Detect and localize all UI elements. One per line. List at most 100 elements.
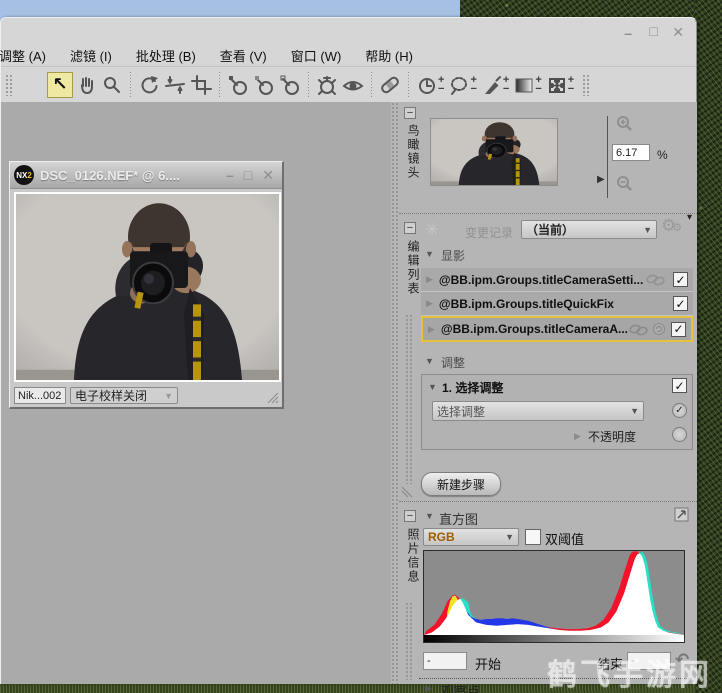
settings-gear-icon[interactable]: ⚙⚙ <box>661 216 682 236</box>
auto-retouch-brush-icon[interactable] <box>377 72 403 98</box>
link-icon <box>646 274 665 286</box>
site-watermark: 鹤飞手游网 <box>547 659 712 692</box>
panel-resize-grip-icon[interactable] <box>401 486 413 498</box>
start-label: 开始 <box>475 657 502 672</box>
edit-list-collapse-button[interactable]: − <box>404 222 416 234</box>
histogram-triangle-icon[interactable]: ▼ <box>425 511 434 521</box>
dock-splitter[interactable] <box>391 102 399 684</box>
soft-proof-dropdown[interactable]: 电子校样关闭 ▼ <box>70 387 178 404</box>
straighten-tool-icon[interactable] <box>162 72 188 98</box>
edit-list-rail-grip[interactable] <box>405 314 413 484</box>
crop-tool-icon[interactable] <box>188 72 214 98</box>
app-minimize-button[interactable]: – <box>624 26 632 40</box>
document-close-button[interactable]: ✕ <box>262 168 274 182</box>
version-value: （当前） <box>526 223 575 237</box>
photo-info-collapse-button[interactable]: − <box>404 510 416 522</box>
row-checkbox[interactable]: ✓ <box>671 321 686 337</box>
select-all-minus-icon[interactable]: − <box>438 83 444 94</box>
red-eye-control-point-icon[interactable] <box>340 72 366 98</box>
toolbar-grip2-icon[interactable] <box>582 73 591 96</box>
dual-threshold-checkbox[interactable] <box>525 529 541 545</box>
document-maximize-button[interactable]: □ <box>244 168 252 182</box>
zoom-out-icon[interactable] <box>615 174 633 192</box>
lasso-minus-icon[interactable]: − <box>470 83 476 94</box>
channel-dropdown[interactable]: RGB ▼ <box>423 528 519 546</box>
app-titlebar[interactable]: – □ ✕ <box>1 18 696 44</box>
develop-header[interactable]: 显影 <box>441 247 465 264</box>
menu-filter[interactable]: 滤镜 (I) <box>58 46 124 65</box>
selection-gradient-icon[interactable] <box>511 72 537 98</box>
step-apply-toggle[interactable]: ✓ <box>672 403 687 418</box>
photo-info-rail-grip[interactable] <box>405 602 413 680</box>
zoom-slider-track[interactable] <box>607 116 608 198</box>
selection-brush-icon[interactable] <box>479 72 505 98</box>
opacity-triangle-icon[interactable]: ▶ <box>574 431 581 442</box>
lasso-tool-icon[interactable] <box>446 72 472 98</box>
row-checkbox[interactable]: ✓ <box>673 272 688 287</box>
app-maximize-button[interactable]: □ <box>650 24 658 38</box>
histogram-header[interactable]: 直方图 <box>439 509 478 528</box>
histogram-expand-icon[interactable] <box>674 507 689 522</box>
birdseye-rail: − 鸟瞰镜头 <box>399 102 423 213</box>
direct-select-tool-icon[interactable]: ↖ <box>47 71 73 98</box>
app-close-button[interactable]: ✕ <box>672 25 684 39</box>
birdseye-collapse-button[interactable]: − <box>404 107 416 119</box>
history-label: 变更记录 <box>465 226 514 240</box>
doc-resize-grip-icon[interactable] <box>267 392 279 404</box>
zoom-tool-icon[interactable] <box>99 72 125 98</box>
opacity-label[interactable]: 不透明度 <box>588 428 636 445</box>
selection-gradient-minus-icon[interactable]: − <box>535 83 541 94</box>
step-triangle-icon[interactable]: ▼ <box>428 382 437 392</box>
develop-row-quick-fix[interactable]: ▶ @BB.ipm.Groups.titleQuickFix ✓ <box>421 292 693 316</box>
document-window[interactable]: NX 2 DSC_0126.NEF* @ 6.... – □ ✕ Nik...0… <box>9 161 284 409</box>
zoom-in-icon[interactable] <box>615 114 633 132</box>
white-control-point-icon[interactable] <box>277 72 303 98</box>
menu-view[interactable]: 查看 (V) <box>208 46 279 65</box>
panel-overflow-icon[interactable]: ▾ <box>687 212 692 223</box>
version-dropdown[interactable]: （当前） ▼ <box>521 220 657 239</box>
reset-icon[interactable] <box>652 322 666 336</box>
color-control-point-icon[interactable] <box>314 72 340 98</box>
menu-window[interactable]: 窗口 (W) <box>279 46 354 65</box>
menu-adjust[interactable]: 调整 (A) <box>0 46 58 65</box>
row-expand-icon[interactable]: ▶ <box>426 274 433 285</box>
fill-minus-icon[interactable]: − <box>568 83 574 94</box>
step-title: 1. 选择调整 <box>442 381 504 395</box>
develop-row-camera-settings[interactable]: ▶ @BB.ipm.Groups.titleCameraSetti... ✓ <box>421 268 693 292</box>
select-adjustment-dropdown[interactable]: 选择调整 ▼ <box>432 401 644 421</box>
fill-selection-icon[interactable] <box>544 72 570 98</box>
row-expand-icon[interactable]: ▶ <box>428 324 435 335</box>
menu-help[interactable]: 帮助 (H) <box>353 46 425 65</box>
photo-image[interactable] <box>16 194 279 380</box>
develop-row-camera-adjust[interactable]: ▶ @BB.ipm.Groups.titleCameraA... ✓ <box>421 316 693 342</box>
zoom-slider-thumb[interactable]: ▶ <box>597 174 605 185</box>
adjust-header[interactable]: 调整 <box>441 354 465 371</box>
hand-tool-icon[interactable] <box>73 72 99 98</box>
photo-info-label: 照片信息 <box>406 528 420 584</box>
histogram-plot[interactable] <box>423 550 685 643</box>
opacity-toggle[interactable] <box>672 427 687 442</box>
row-checkbox[interactable]: ✓ <box>673 296 688 311</box>
watch-point-header[interactable]: 观察点 <box>441 681 480 693</box>
menu-batch[interactable]: 批处理 (B) <box>124 46 208 65</box>
document-minimize-button[interactable]: – <box>226 168 234 182</box>
watch-point-triangle-icon[interactable]: ▶ <box>425 683 432 693</box>
new-step-button[interactable]: 新建步骤 <box>421 472 501 496</box>
document-titlebar[interactable]: NX 2 DSC_0126.NEF* @ 6.... – □ ✕ <box>10 162 282 189</box>
select-all-tool-icon[interactable] <box>414 72 440 98</box>
toolbar-grip-icon[interactable] <box>5 73 13 96</box>
zoom-percent-input[interactable] <box>612 144 650 161</box>
histogram-start-input[interactable] <box>423 652 467 670</box>
toolbar: ↖ + − + − + − + − + − <box>1 66 696 103</box>
rotate-tool-icon[interactable] <box>136 72 162 98</box>
black-control-point-icon[interactable] <box>225 72 251 98</box>
develop-triangle-icon[interactable]: ▼ <box>425 249 434 259</box>
doc-status-field[interactable] <box>14 387 66 404</box>
adjust-triangle-icon[interactable]: ▼ <box>425 356 434 366</box>
dock: − 鸟瞰镜头 ▶ % − 编辑列表 <box>399 102 697 693</box>
selection-brush-minus-icon[interactable]: − <box>503 83 509 94</box>
step-checkbox[interactable]: ✓ <box>672 378 687 393</box>
neutral-control-point-icon[interactable] <box>251 72 277 98</box>
birdseye-thumbnail[interactable] <box>430 118 558 186</box>
row-expand-icon[interactable]: ▶ <box>426 298 433 309</box>
